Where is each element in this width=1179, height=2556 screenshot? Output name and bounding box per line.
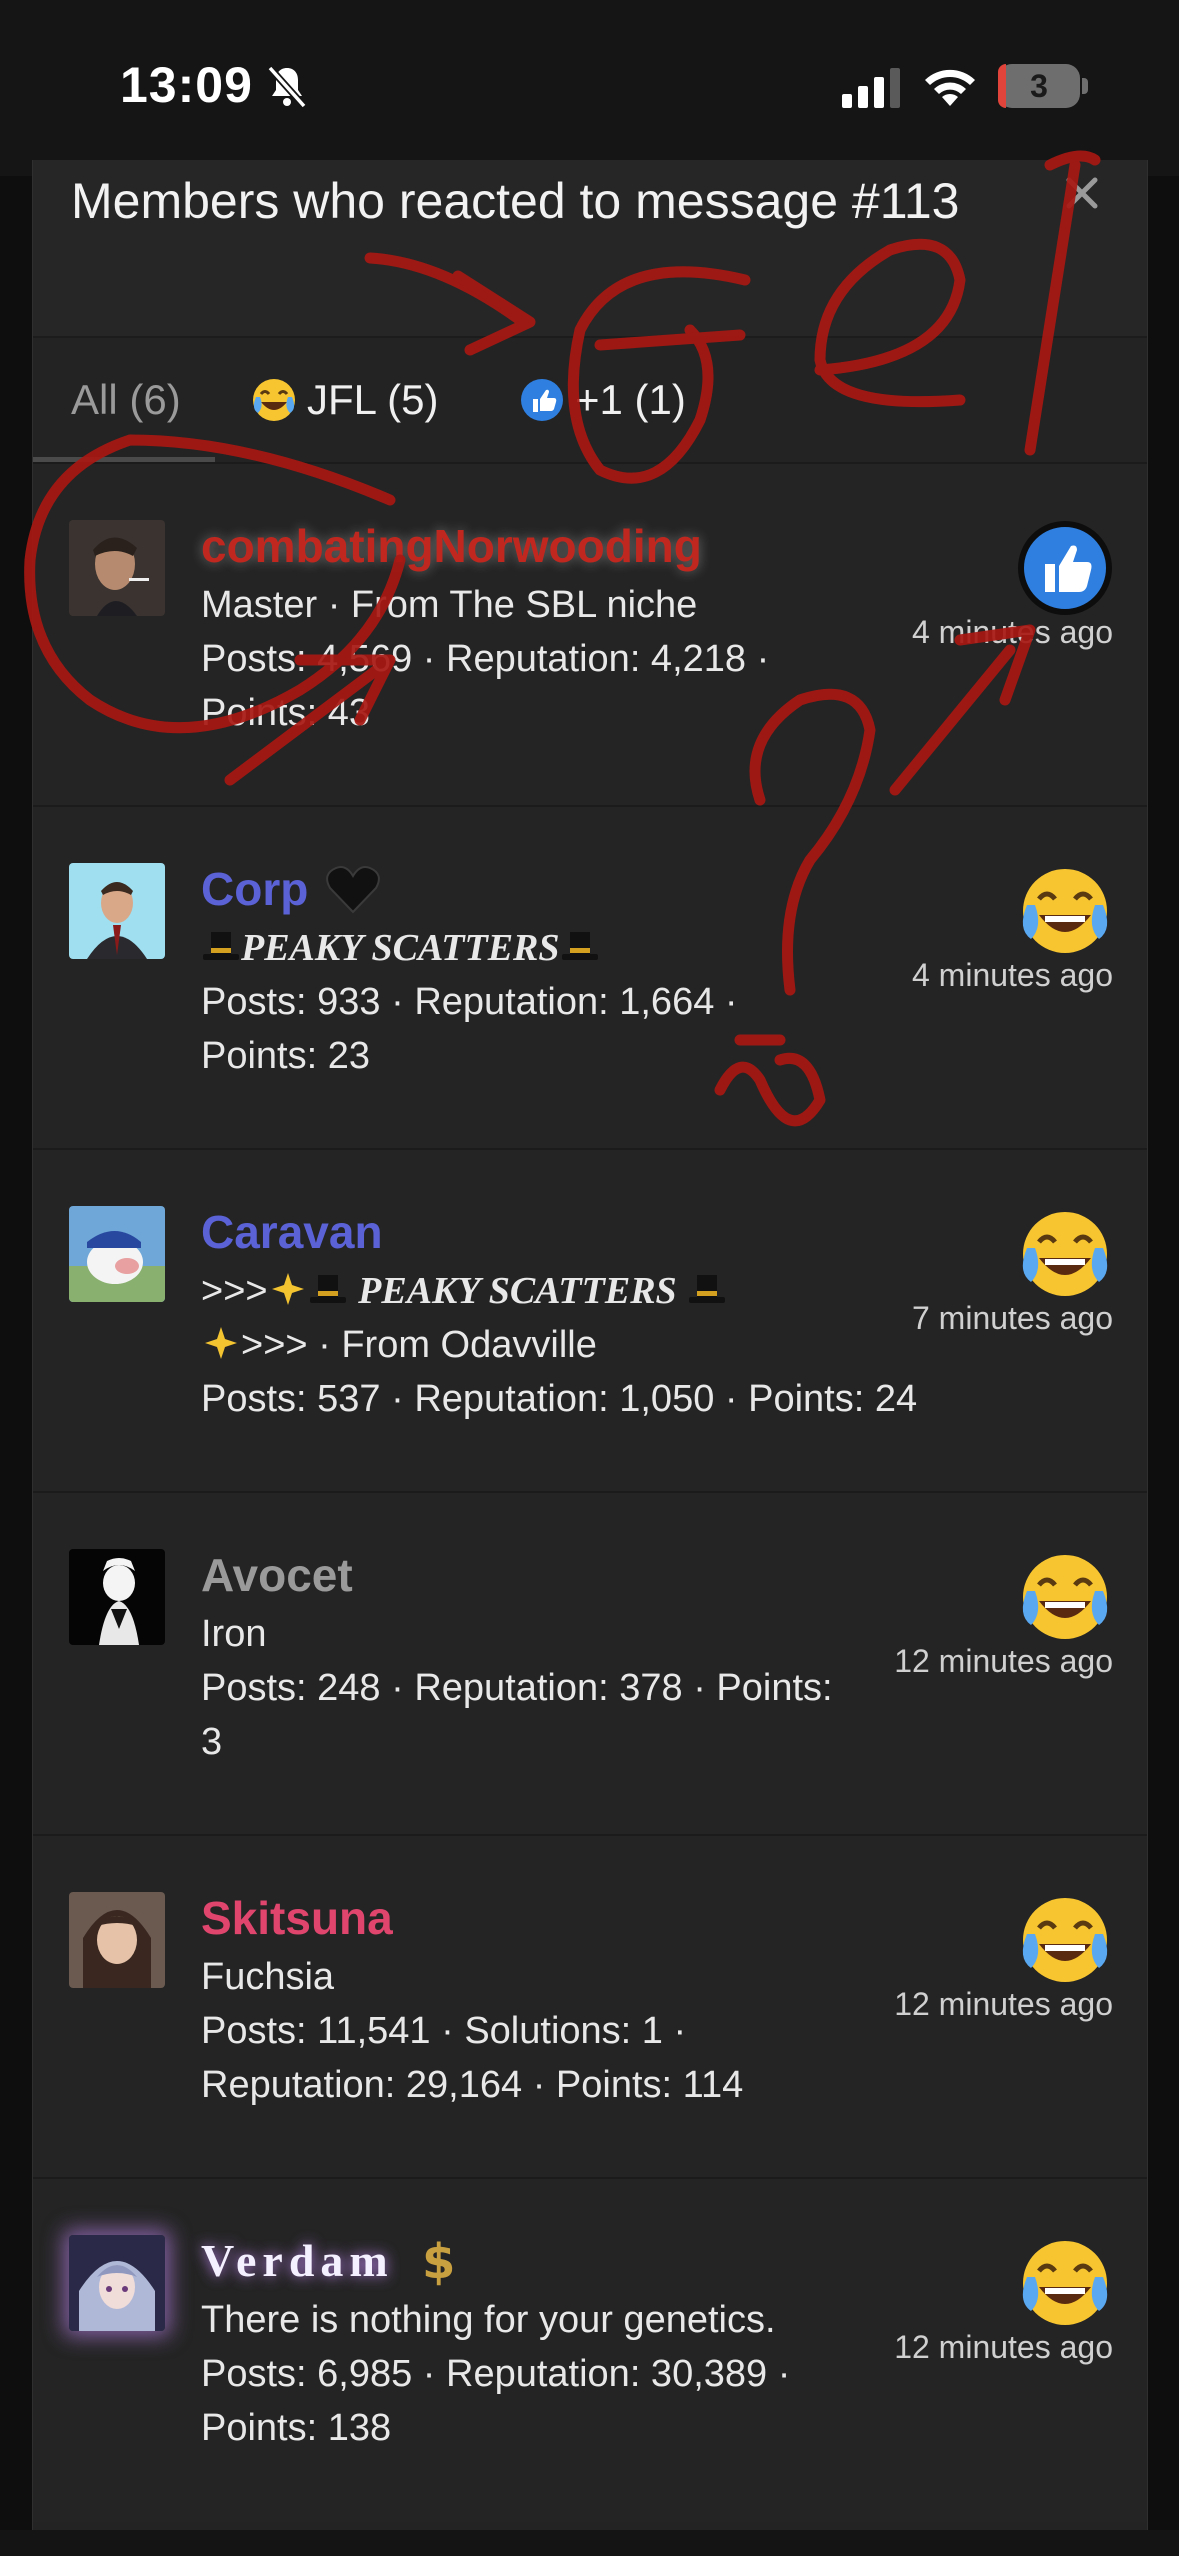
user-title: Master · From The SBL niche [201,584,698,626]
user-stats: Points: 138 [201,2407,392,2449]
cellular-signal-icon [842,68,900,108]
title-suffix: >>> · From Odavville [241,1324,597,1366]
status-bar: 13:09 3 [0,0,1179,176]
username-text: Skitsuna [201,1892,393,1944]
top-hat-icon [561,932,598,960]
username-text: Verdam [201,2235,394,2286]
user-stats: Posts: 6,985 · Reputation: 30,389 · [201,2353,791,2395]
reaction-time: 4 minutes ago [911,614,1113,650]
joy-emoji-icon [1022,1898,1108,1982]
user-stats: Posts: 4,569 · Reputation: 4,218 · [201,638,770,680]
joy-emoji-icon [253,379,295,421]
user-stats: Reputation: 29,164 · Points: 114 [201,2064,744,2106]
tab-plus-one-label: +1 (1) [575,376,686,423]
svg-text:$: $ [422,2234,461,2290]
user-title: Fuchsia [201,1956,335,1998]
user-stats: Posts: 11,541 · Solutions: 1 · [201,2010,687,2052]
top-hat-icon [309,1275,346,1303]
username-text: Corp [201,863,309,915]
user-title: There is nothing for your genetics. [201,2299,776,2341]
modal-title: Members who reacted to message #113 [71,173,960,229]
list-item: Corp PEAKY SCATTERS Posts: 933 · Reputat… [33,807,1147,1150]
list-item: Caravan >>> PEAKY SCATTERS >>> · From Od… [33,1150,1147,1493]
username[interactable]: combatingNorwooding [201,516,702,576]
top-hat-icon [689,1275,726,1303]
reaction-time: 12 minutes ago [894,1986,1113,2022]
user-stats: Points: 43 [201,692,370,734]
active-tab-underline [33,457,215,462]
user-title: PEAKY SCATTERS [201,921,891,975]
avatar[interactable] [69,1206,165,1302]
user-stats: Posts: 933 · Reputation: 1,664 · [201,981,738,1023]
bottom-strip [0,2530,1179,2556]
avatar[interactable] [69,1549,165,1645]
title-text: PEAKY SCATTERS [241,927,560,969]
bell-muted-icon [267,65,307,109]
tab-all-label: All (6) [71,376,181,423]
list-item: Verdam $ There is nothing for your genet… [33,2179,1147,2522]
dollar-sign-icon: $ [422,2234,461,2290]
backdrop [1148,176,1179,2556]
tab-plus-one[interactable]: +1 (1) [519,338,686,462]
user-stats: Posts: 248 · Reputation: 378 · Points: [201,1667,833,1709]
joy-emoji-icon [1022,2241,1108,2325]
thumbs-up-icon [521,379,563,421]
avatar[interactable] [69,520,165,616]
username[interactable]: Skitsuna [201,1888,393,1948]
members-list: combatingNorwooding Master · From The SB… [33,464,1147,2522]
black-heart-icon [326,866,381,914]
username[interactable]: Avocet [201,1545,353,1605]
reactions-modal: Members who reacted to message #113 All … [32,160,1148,2530]
battery-nub [1082,78,1088,94]
status-time: 13:09 [120,57,253,113]
tab-all[interactable]: All (6) [71,338,181,462]
tab-jfl-label: JFL (5) [307,376,439,423]
close-icon[interactable] [1057,168,1107,218]
user-stats: Posts: 537 · Reputation: 1,050 · Points:… [201,1378,918,1420]
joy-emoji-icon [1022,869,1108,953]
top-hat-icon [203,932,239,960]
list-item: Avocet Iron Posts: 248 · Reputation: 378… [33,1493,1147,1836]
sparkles-icon [205,1327,237,1359]
reaction-time: 7 minutes ago [911,1300,1113,1336]
user-title: Iron [201,1613,267,1655]
sparkles-icon [271,1273,304,1305]
username-text: Caravan [201,1206,383,1258]
title-prefix: >>> [201,1270,268,1312]
username[interactable]: Verdam $ [201,2231,468,2291]
backdrop [0,176,32,2556]
avatar[interactable] [69,1892,165,1988]
tab-jfl[interactable]: JFL (5) [251,338,438,462]
avatar[interactable] [69,863,165,959]
wifi-icon [925,69,975,106]
joy-emoji-icon [1022,1212,1108,1296]
reaction-time: 12 minutes ago [894,2329,1113,2365]
list-item: Skitsuna Fuchsia Posts: 11,541 · Solutio… [33,1836,1147,2179]
username-text: combatingNorwooding [201,520,702,572]
user-title: >>> PEAKY SCATTERS >>> · From Odavville [201,1264,891,1372]
reaction-time: 4 minutes ago [911,957,1113,993]
joy-emoji-icon [1022,1555,1108,1639]
username[interactable]: Corp [201,859,382,919]
thumbs-up-icon [1018,521,1112,615]
reaction-time: 12 minutes ago [894,1643,1113,1679]
title-text: PEAKY SCATTERS [358,1270,677,1312]
list-item: combatingNorwooding Master · From The SB… [33,464,1147,807]
username[interactable]: Caravan [201,1202,383,1262]
username-text: Avocet [201,1549,353,1601]
user-stats: 3 [201,1721,223,1763]
avatar[interactable] [69,2235,165,2331]
battery-percent: 3 [1030,68,1048,104]
reaction-tabs: All (6) JFL (5) +1 (1) [33,338,1147,464]
user-stats: Points: 23 [201,1035,370,1077]
modal-header: Members who reacted to message #113 [33,160,1147,338]
battery-indicator: 3 [998,64,1080,108]
